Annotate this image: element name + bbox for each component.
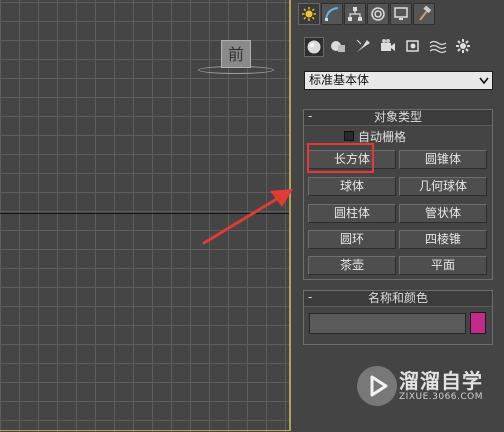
shapes-category-button[interactable]: [329, 37, 349, 57]
modify-curve-icon: [325, 7, 339, 21]
box-button[interactable]: 长方体: [308, 150, 396, 169]
spacewarps-icon: [429, 40, 447, 54]
chevron-down-icon: [476, 72, 492, 89]
primitive-type-dropdown[interactable]: 标准基本体: [304, 71, 493, 90]
systems-icon: [456, 39, 470, 53]
torus-button[interactable]: 圆环: [308, 230, 396, 249]
helpers-category-button[interactable]: [404, 37, 424, 57]
plane-button[interactable]: 平面: [399, 256, 487, 275]
display-tab[interactable]: [390, 3, 412, 25]
display-monitor-icon: [394, 7, 408, 20]
cameras-category-button[interactable]: [379, 37, 399, 57]
name-and-color-rollout-header[interactable]: - 名称和颜色: [304, 290, 492, 307]
rollout-title: 对象类型: [373, 110, 422, 124]
hierarchy-icon: [348, 7, 362, 21]
shapes-icon: [331, 41, 345, 52]
modify-tab[interactable]: [321, 3, 343, 25]
object-type-rollout: - 对象类型 自动栅格 长方体 圆锥体 球体 几何球体 圆柱体 管状体 圆环 四…: [303, 109, 493, 280]
create-tab[interactable]: [298, 3, 320, 25]
lights-icon: [356, 39, 370, 52]
tube-button[interactable]: 管状体: [399, 204, 487, 223]
sphere-button[interactable]: 球体: [308, 177, 396, 196]
watermark-url: ZIXUE.3066.COM: [399, 392, 484, 402]
lights-category-button[interactable]: [354, 37, 374, 57]
utilities-tab[interactable]: [413, 3, 435, 25]
geometry-category-button[interactable]: [304, 37, 324, 57]
object-type-rollout-header[interactable]: - 对象类型: [304, 109, 492, 126]
red-arrow-annotation: [202, 189, 293, 245]
helpers-icon: [406, 40, 419, 52]
collapse-toggle[interactable]: -: [308, 290, 312, 305]
watermark-title: 溜溜自学: [399, 369, 483, 393]
motion-tab[interactable]: [367, 3, 389, 25]
collapse-toggle[interactable]: -: [308, 109, 312, 124]
utilities-hammer-icon: [419, 6, 432, 21]
watermark: 溜溜自学 ZIXUE.3066.COM: [357, 364, 483, 408]
cylinder-button[interactable]: 圆柱体: [308, 204, 396, 223]
dropdown-value: 标准基本体: [309, 73, 370, 87]
spacewarps-category-button[interactable]: [429, 37, 449, 57]
command-panel-tabs: [298, 3, 435, 25]
viewcube[interactable]: 前: [221, 40, 251, 68]
rollout-title: 名称和颜色: [367, 291, 428, 305]
autogrid-label: 自动栅格: [358, 129, 407, 144]
systems-category-button[interactable]: [454, 37, 474, 57]
hierarchy-tab[interactable]: [344, 3, 366, 25]
cone-button[interactable]: 圆锥体: [399, 150, 487, 169]
cameras-icon: [381, 39, 395, 51]
autogrid-checkbox[interactable]: [344, 131, 354, 141]
autogrid-option[interactable]: 自动栅格: [344, 129, 407, 144]
object-name-field[interactable]: [309, 313, 466, 334]
motion-icon: [371, 7, 385, 21]
object-color-swatch[interactable]: [470, 312, 486, 334]
teapot-button[interactable]: 茶壶: [308, 256, 396, 275]
watermark-play-logo-icon: [357, 366, 397, 406]
create-category-tabs: [304, 37, 474, 57]
geosphere-button[interactable]: 几何球体: [399, 177, 487, 196]
geometry-sphere-icon: [307, 40, 321, 54]
create-sun-icon: [302, 7, 316, 21]
pyramid-button[interactable]: 四棱锥: [399, 230, 487, 249]
